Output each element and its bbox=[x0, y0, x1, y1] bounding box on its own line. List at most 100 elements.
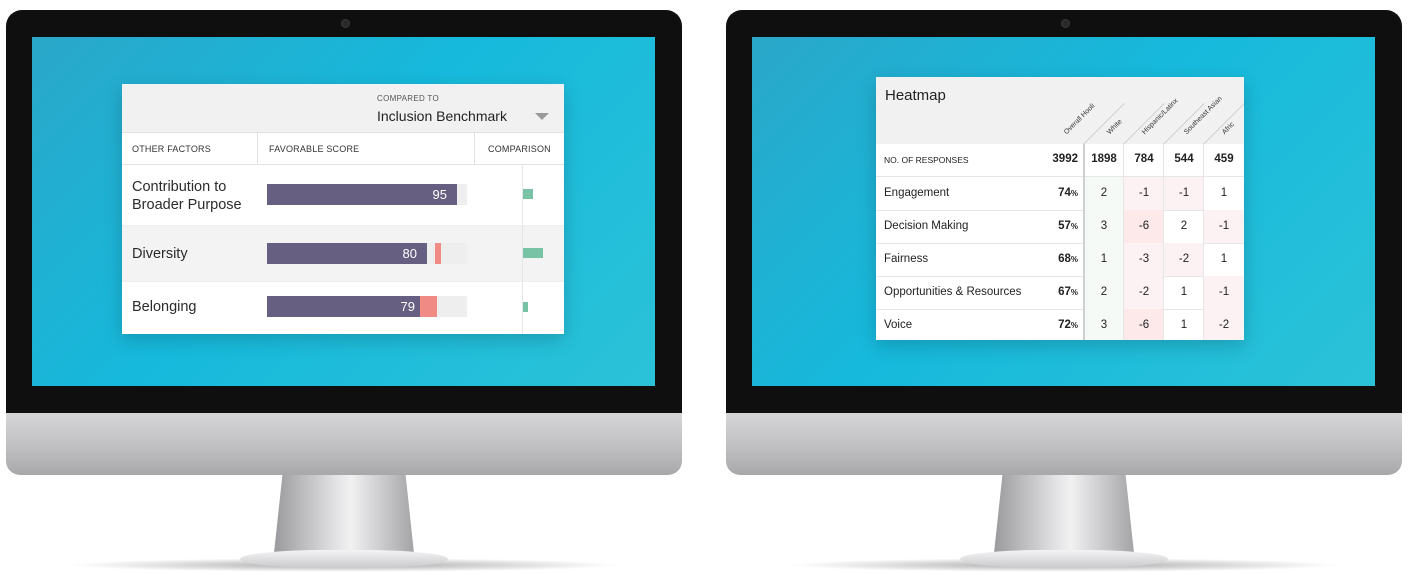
chevron-down-icon[interactable] bbox=[535, 113, 549, 120]
heatmap-cell[interactable]: -6 bbox=[1124, 309, 1164, 340]
compare-dropdown[interactable]: COMPARED TO Inclusion Benchmark bbox=[122, 84, 564, 133]
responses-count: 784 bbox=[1134, 153, 1154, 165]
percent-sign: % bbox=[1070, 255, 1078, 264]
column-divider bbox=[1123, 102, 1165, 145]
monitor-bezel: Heatmap Overall Hooli White Hispanic/Lat… bbox=[726, 10, 1402, 413]
column-header-score[interactable]: FAVORABLE SCORE bbox=[269, 144, 359, 154]
responses-label: NO. OF RESPONSES bbox=[884, 155, 969, 165]
overall-score: 67% bbox=[1036, 286, 1078, 298]
heatmap-cell[interactable]: -2 bbox=[1164, 243, 1204, 276]
responses-row: NO. OF RESPONSES 3992 1898 784 544 459 bbox=[876, 144, 1244, 177]
score-bar: 95 bbox=[267, 184, 457, 205]
score-bar: 80 bbox=[267, 243, 427, 264]
heatmap-row[interactable]: Fairness 68% 1 -3 -2 1 bbox=[876, 243, 1244, 277]
monitor-foot bbox=[240, 550, 448, 568]
overall-score-value: 68 bbox=[1058, 253, 1071, 265]
responses-count: 1898 bbox=[1091, 153, 1117, 165]
heatmap-cell[interactable]: 1 bbox=[1164, 309, 1204, 340]
column-header-overall[interactable]: Overall Hooli bbox=[1063, 103, 1096, 136]
factor-row[interactable]: Contribution to Broader Purpose 95 bbox=[122, 165, 564, 226]
compare-selected-value: Inclusion Benchmark bbox=[377, 108, 507, 124]
overall-score: 68% bbox=[1036, 253, 1078, 265]
heatmap-row-label: Engagement bbox=[884, 187, 950, 199]
monitor-chin bbox=[6, 413, 682, 475]
responses-count: 3992 bbox=[1052, 153, 1078, 165]
factor-label-line: Broader Purpose bbox=[132, 197, 242, 213]
monitor-left: COMPARED TO Inclusion Benchmark OTHER FA… bbox=[6, 10, 682, 574]
heatmap-cell[interactable]: 1 bbox=[1204, 177, 1244, 210]
compare-caption: COMPARED TO bbox=[377, 94, 439, 103]
percent-sign: % bbox=[1070, 189, 1078, 198]
monitor-screen: COMPARED TO Inclusion Benchmark OTHER FA… bbox=[32, 37, 655, 386]
comparison-bar bbox=[523, 189, 533, 199]
percent-sign: % bbox=[1070, 288, 1078, 297]
factor-label-line: Contribution to bbox=[132, 179, 227, 195]
factor-row[interactable]: Belonging 79 bbox=[122, 282, 564, 334]
percent-sign: % bbox=[1070, 222, 1078, 231]
responses-count: 544 bbox=[1174, 153, 1194, 165]
heatmap-cell[interactable]: 2 bbox=[1084, 177, 1124, 210]
comparison-divider bbox=[522, 164, 523, 334]
benchmark-marker bbox=[420, 296, 437, 317]
heatmap-row-label: Voice bbox=[884, 319, 913, 331]
column-divider bbox=[257, 133, 258, 164]
monitor-stand bbox=[274, 475, 414, 553]
heatmap-cell[interactable]: -1 bbox=[1204, 276, 1244, 309]
heatmap-cell[interactable]: 3 bbox=[1084, 309, 1124, 340]
heatmap-cell[interactable]: -6 bbox=[1124, 210, 1164, 243]
heatmap-cell[interactable]: 1 bbox=[1084, 243, 1124, 276]
heatmap-row[interactable]: Opportunities & Resources 67% 2 -2 1 -1 bbox=[876, 276, 1244, 310]
heatmap-cell[interactable]: 3 bbox=[1084, 210, 1124, 243]
factors-comparison-panel: COMPARED TO Inclusion Benchmark OTHER FA… bbox=[122, 84, 564, 334]
factor-label: Diversity bbox=[132, 246, 188, 262]
overall-score-value: 57 bbox=[1058, 220, 1071, 232]
heatmap-cell[interactable]: 2 bbox=[1164, 210, 1204, 243]
overall-score-value: 74 bbox=[1058, 187, 1071, 199]
factor-row[interactable]: Diversity 80 bbox=[122, 226, 564, 282]
heatmap-title: Heatmap bbox=[885, 87, 946, 104]
column-header-comparison[interactable]: COMPARISON bbox=[488, 144, 551, 154]
monitor-bezel: COMPARED TO Inclusion Benchmark OTHER FA… bbox=[6, 10, 682, 413]
heatmap-cell[interactable]: -2 bbox=[1124, 276, 1164, 309]
responses-count: 459 bbox=[1214, 153, 1234, 165]
monitor-chin bbox=[726, 413, 1402, 475]
heatmap-cell[interactable]: -1 bbox=[1124, 177, 1164, 210]
camera-icon bbox=[341, 19, 350, 28]
heatmap-cell[interactable]: 1 bbox=[1204, 243, 1244, 276]
overall-score-value: 72 bbox=[1058, 319, 1071, 331]
heatmap-divider bbox=[1203, 144, 1204, 340]
heatmap-cell[interactable]: -3 bbox=[1124, 243, 1164, 276]
heatmap-panel: Heatmap Overall Hooli White Hispanic/Lat… bbox=[876, 77, 1244, 340]
monitor-foot bbox=[960, 550, 1168, 568]
heatmap-cell[interactable]: 2 bbox=[1084, 276, 1124, 309]
heatmap-row[interactable]: Decision Making 57% 3 -6 2 -1 bbox=[876, 210, 1244, 244]
monitor-screen: Heatmap Overall Hooli White Hispanic/Lat… bbox=[752, 37, 1375, 386]
column-header-white[interactable]: White bbox=[1106, 118, 1124, 136]
score-bar-track: 95 bbox=[267, 184, 467, 205]
heatmap-cell[interactable]: 1 bbox=[1164, 276, 1204, 309]
heatmap-divider bbox=[1163, 144, 1164, 340]
heatmap-divider bbox=[1123, 144, 1124, 340]
heatmap-cell[interactable]: -1 bbox=[1164, 177, 1204, 210]
overall-score-value: 67 bbox=[1058, 286, 1071, 298]
percent-sign: % bbox=[1070, 321, 1078, 330]
heatmap-cell[interactable]: -2 bbox=[1204, 309, 1244, 340]
heatmap-row[interactable]: Engagement 74% 2 -1 -1 1 bbox=[876, 177, 1244, 211]
column-header-hispanic[interactable]: Hispanic/Latinx bbox=[1141, 97, 1180, 136]
benchmark-marker bbox=[435, 243, 441, 264]
heatmap-row-label: Fairness bbox=[884, 253, 929, 265]
score-bar-track: 80 bbox=[267, 243, 467, 264]
heatmap-cell[interactable]: -1 bbox=[1204, 210, 1244, 243]
score-bar-track: 79 bbox=[267, 296, 467, 317]
factor-label: Contribution to Broader Purpose bbox=[132, 178, 242, 214]
comparison-bar bbox=[523, 302, 528, 312]
heatmap-row-label: Opportunities & Resources bbox=[884, 286, 1022, 298]
heatmap-row-label: Decision Making bbox=[884, 220, 969, 232]
heatmap-row[interactable]: Voice 72% 3 -6 1 -2 bbox=[876, 309, 1244, 340]
column-header-row: OTHER FACTORS FAVORABLE SCORE COMPARISON bbox=[122, 133, 564, 165]
heatmap-header: Heatmap Overall Hooli White Hispanic/Lat… bbox=[876, 77, 1244, 145]
column-header-factors[interactable]: OTHER FACTORS bbox=[132, 144, 211, 154]
overall-score: 72% bbox=[1036, 319, 1078, 331]
column-divider bbox=[474, 133, 475, 164]
overall-score: 74% bbox=[1036, 187, 1078, 199]
